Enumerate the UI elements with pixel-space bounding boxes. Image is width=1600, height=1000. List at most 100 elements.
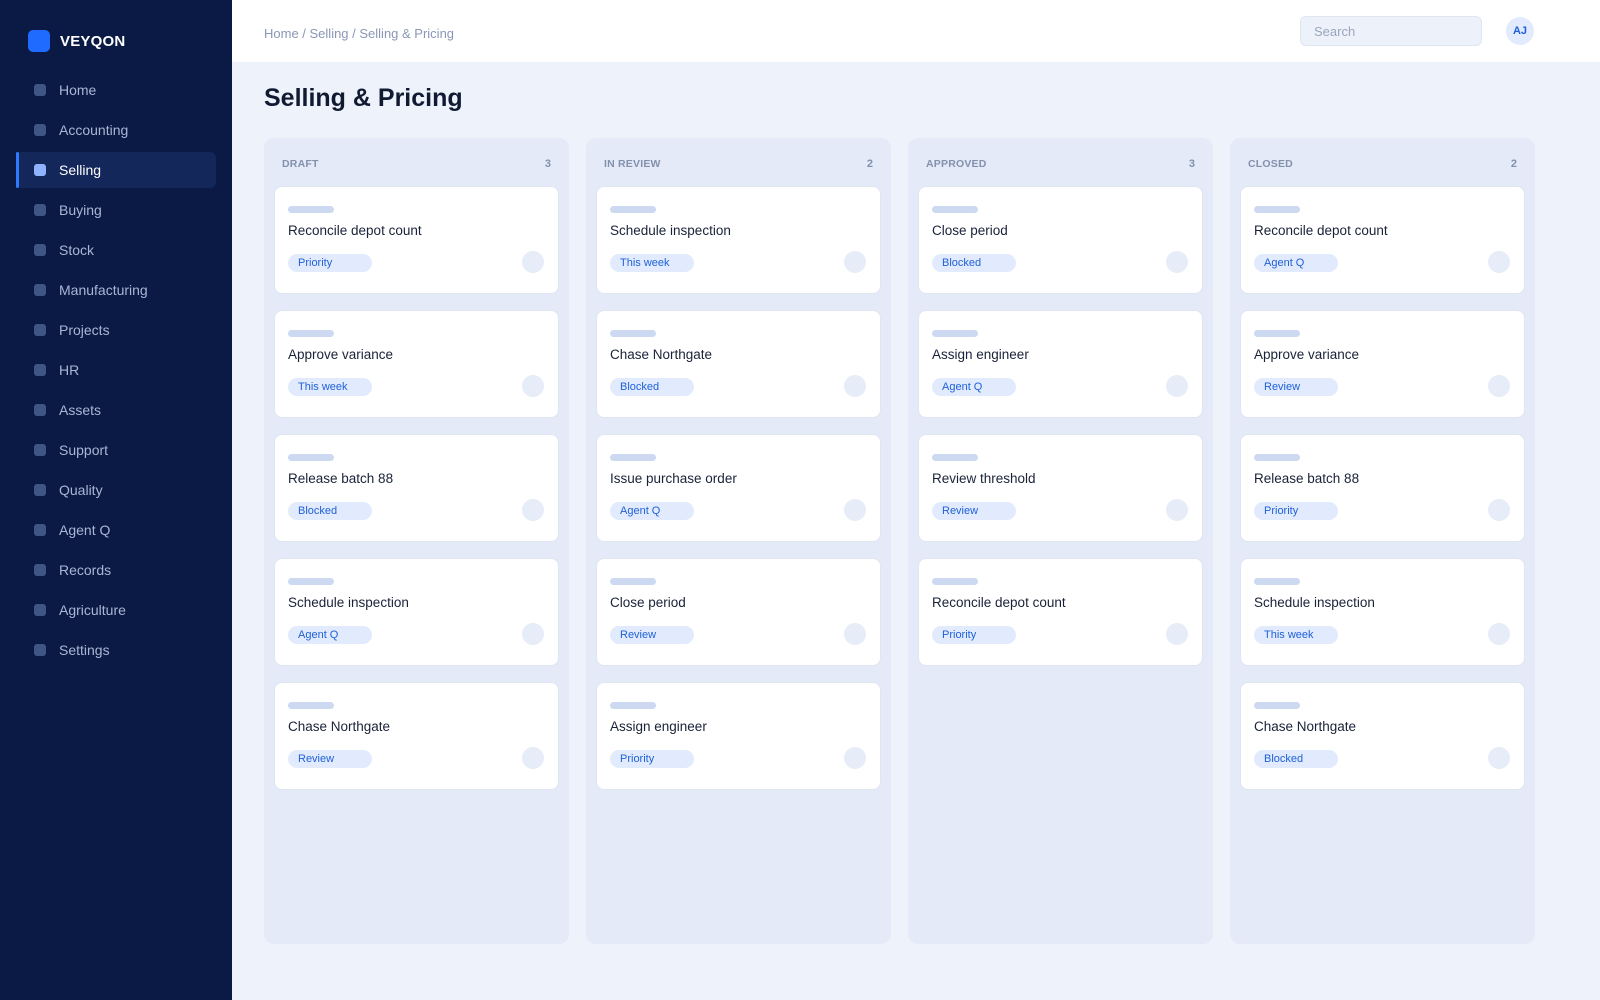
- assignee-avatar-icon[interactable]: [844, 747, 866, 769]
- assignee-avatar-icon[interactable]: [1166, 499, 1188, 521]
- task-card[interactable]: Chase Northgate Blocked: [1240, 682, 1525, 790]
- nav-square-icon: [34, 524, 46, 536]
- assignee-avatar-icon[interactable]: [522, 375, 544, 397]
- card-tag: Agent Q: [932, 378, 1016, 396]
- card-tag: Blocked: [288, 502, 372, 520]
- task-card[interactable]: Approve variance This week: [274, 310, 559, 418]
- board-column-approved: APPROVED 3 Close period Blocked Assign engin…: [908, 138, 1213, 944]
- card-title: Assign engineer: [610, 719, 707, 734]
- task-card[interactable]: Chase Northgate Review: [274, 682, 559, 790]
- task-card[interactable]: Release batch 88 Blocked: [274, 434, 559, 542]
- card-tag: This week: [288, 378, 372, 396]
- nav-square-icon: [34, 444, 46, 456]
- card-title: Review threshold: [932, 471, 1036, 486]
- task-card[interactable]: Approve variance Review: [1240, 310, 1525, 418]
- sidebar-item-label: Settings: [59, 642, 110, 658]
- sidebar-item-label: Agent Q: [59, 522, 111, 538]
- card-title: Release batch 88: [288, 471, 394, 486]
- avatar[interactable]: AJ: [1506, 17, 1534, 45]
- task-card[interactable]: Reconcile depot count Agent Q: [1240, 186, 1525, 294]
- task-card[interactable]: Schedule inspection This week: [1240, 558, 1525, 666]
- sidebar-item-support[interactable]: Support: [16, 432, 216, 468]
- task-card[interactable]: Close period Review: [596, 558, 881, 666]
- sidebar-item-quality[interactable]: Quality: [16, 472, 216, 508]
- assignee-avatar-icon[interactable]: [522, 251, 544, 273]
- assignee-avatar-icon[interactable]: [522, 747, 544, 769]
- task-card[interactable]: Assign engineer Priority: [596, 682, 881, 790]
- task-card[interactable]: Schedule inspection Agent Q: [274, 558, 559, 666]
- assignee-avatar-icon[interactable]: [844, 251, 866, 273]
- sidebar-item-assets[interactable]: Assets: [16, 392, 216, 428]
- card-placeholder-bar: [288, 454, 334, 461]
- card-tag: Priority: [610, 750, 694, 768]
- sidebar-item-hr[interactable]: HR: [16, 352, 216, 388]
- nav-square-icon: [34, 284, 46, 296]
- sidebar-item-agent-q[interactable]: Agent Q: [16, 512, 216, 548]
- search-input[interactable]: [1300, 16, 1482, 46]
- assignee-avatar-icon[interactable]: [522, 623, 544, 645]
- assignee-avatar-icon[interactable]: [844, 499, 866, 521]
- column-title: DRAFT: [282, 158, 319, 170]
- sidebar-item-accounting[interactable]: Accounting: [16, 112, 216, 148]
- card-title: Reconcile depot count: [932, 595, 1066, 610]
- sidebar-item-label: Quality: [59, 482, 103, 498]
- column-title: CLOSED: [1248, 158, 1293, 170]
- task-card[interactable]: Chase Northgate Blocked: [596, 310, 881, 418]
- assignee-avatar-icon[interactable]: [1166, 251, 1188, 273]
- card-tag: Blocked: [610, 378, 694, 396]
- sidebar-item-buying[interactable]: Buying: [16, 192, 216, 228]
- assignee-avatar-icon[interactable]: [1166, 623, 1188, 645]
- assignee-avatar-icon[interactable]: [1488, 623, 1510, 645]
- sidebar: VEYQON Home Accounting Selling Buying Stock M…: [0, 0, 232, 1000]
- assignee-avatar-icon[interactable]: [522, 499, 544, 521]
- card-title: Close period: [610, 595, 686, 610]
- card-title: Chase Northgate: [1254, 719, 1357, 734]
- breadcrumb[interactable]: Home / Selling / Selling & Pricing: [264, 26, 454, 41]
- sidebar-item-agriculture[interactable]: Agriculture: [16, 592, 216, 628]
- task-card[interactable]: Assign engineer Agent Q: [918, 310, 1203, 418]
- task-card[interactable]: Review threshold Review: [918, 434, 1203, 542]
- card-placeholder-bar: [610, 454, 656, 461]
- card-title: Chase Northgate: [288, 719, 391, 734]
- top-bar: Home / Selling / Selling & Pricing AJ: [232, 0, 1600, 62]
- nav-square-icon: [34, 404, 46, 416]
- assignee-avatar-icon[interactable]: [844, 623, 866, 645]
- assignee-avatar-icon[interactable]: [844, 375, 866, 397]
- nav-square-icon: [34, 364, 46, 376]
- card-placeholder-bar: [288, 206, 334, 213]
- column-header: IN REVIEW 2: [596, 138, 881, 186]
- task-card[interactable]: Schedule inspection This week: [596, 186, 881, 294]
- card-placeholder-bar: [1254, 330, 1300, 337]
- assignee-avatar-icon[interactable]: [1488, 747, 1510, 769]
- sidebar-item-label: Selling: [59, 162, 102, 178]
- sidebar-item-label: Records: [59, 562, 112, 578]
- task-card[interactable]: Reconcile depot count Priority: [918, 558, 1203, 666]
- brand-logo-icon: [28, 30, 50, 52]
- sidebar-item-settings[interactable]: Settings: [16, 632, 216, 668]
- task-card[interactable]: Release batch 88 Priority: [1240, 434, 1525, 542]
- sidebar-item-records[interactable]: Records: [16, 552, 216, 588]
- card-tag: Priority: [932, 626, 1016, 644]
- column-header: CLOSED 2: [1240, 138, 1525, 186]
- assignee-avatar-icon[interactable]: [1488, 499, 1510, 521]
- card-placeholder-bar: [610, 578, 656, 585]
- sidebar-item-manufacturing[interactable]: Manufacturing: [16, 272, 216, 308]
- card-placeholder-bar: [610, 702, 656, 709]
- nav-square-icon: [34, 604, 46, 616]
- sidebar-item-projects[interactable]: Projects: [16, 312, 216, 348]
- sidebar-item-label: Home: [59, 82, 97, 98]
- brand[interactable]: VEYQON: [28, 30, 125, 52]
- sidebar-item-home[interactable]: Home: [16, 72, 216, 108]
- task-card[interactable]: Close period Blocked: [918, 186, 1203, 294]
- task-card[interactable]: Issue purchase order Agent Q: [596, 434, 881, 542]
- assignee-avatar-icon[interactable]: [1488, 375, 1510, 397]
- assignee-avatar-icon[interactable]: [1166, 375, 1188, 397]
- sidebar-item-stock[interactable]: Stock: [16, 232, 216, 268]
- card-placeholder-bar: [288, 702, 334, 709]
- sidebar-item-label: Projects: [59, 322, 110, 338]
- sidebar-item-selling[interactable]: Selling: [16, 152, 216, 188]
- card-title: Release batch 88: [1254, 471, 1360, 486]
- assignee-avatar-icon[interactable]: [1488, 251, 1510, 273]
- task-card[interactable]: Reconcile depot count Priority: [274, 186, 559, 294]
- card-placeholder-bar: [610, 330, 656, 337]
